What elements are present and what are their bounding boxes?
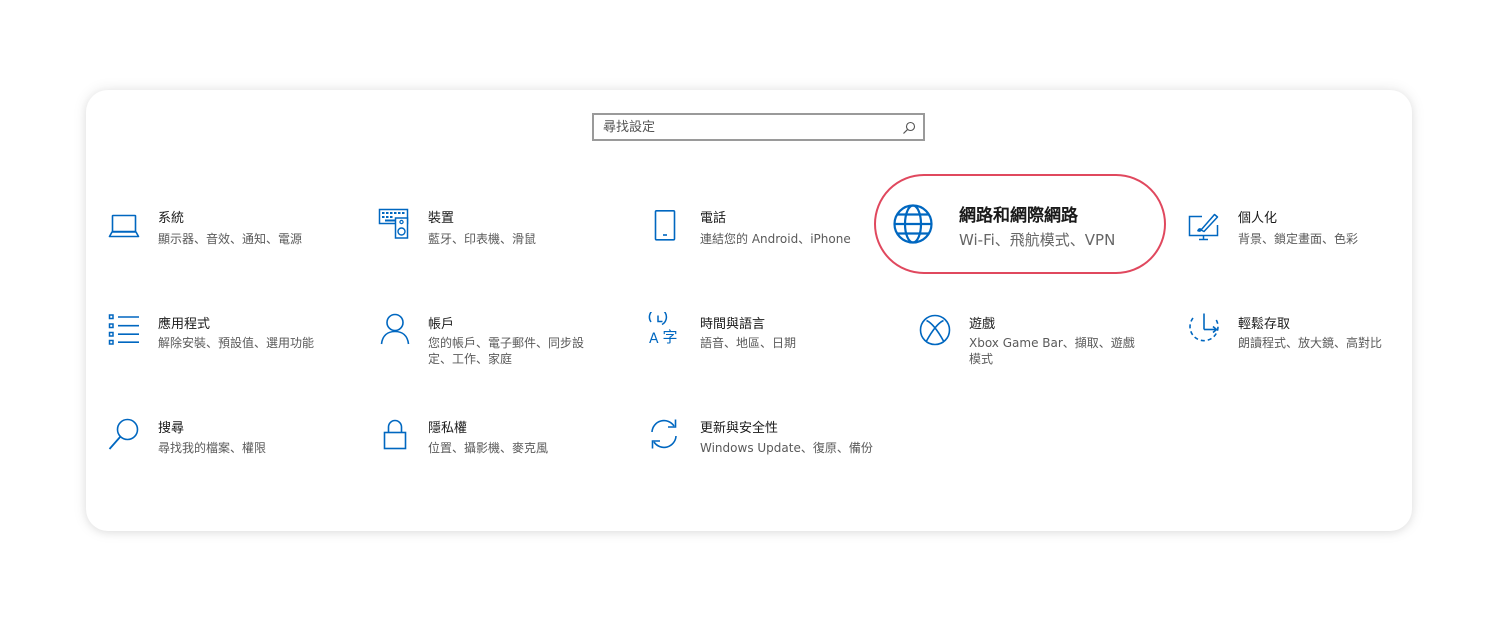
- tile-title: 遊戲: [969, 317, 996, 332]
- ease-of-access-icon: [1188, 313, 1220, 345]
- search-box[interactable]: [592, 113, 925, 141]
- tile-description: 連結您的 Android、iPhone: [700, 232, 851, 246]
- search-icon[interactable]: [902, 120, 916, 134]
- tile-description: 顯示器、音效、通知、電源: [158, 232, 303, 246]
- lock-icon: [380, 418, 412, 450]
- tile-title: 系統: [158, 211, 185, 226]
- tile-description: 您的帳戶、電子郵件、同步設定、工作、家庭: [428, 336, 585, 366]
- xbox-icon: [919, 314, 951, 346]
- settings-home: 系統 顯示器、音效、通知、電源 裝置 藍牙、印表機、滑鼠 電話 連結您的 And…: [0, 0, 1500, 623]
- search-input[interactable]: [594, 115, 894, 139]
- tile-title: 網路和網際網路: [959, 206, 1078, 226]
- tile-title: 個人化: [1238, 211, 1278, 226]
- tile-description: 藍牙、印表機、滑鼠: [428, 232, 537, 246]
- tile-description: 解除安裝、預設值、選用功能: [158, 336, 315, 350]
- laptop-icon: [108, 210, 140, 242]
- tile-description: 語音、地區、日期: [700, 336, 797, 350]
- tile-title: 時間與語言: [700, 317, 766, 332]
- list-icon: [108, 314, 140, 346]
- phone-icon: [650, 210, 682, 242]
- tile-description: Xbox Game Bar、擷取、遊戲模式: [969, 336, 1135, 366]
- paint-brush-icon: [1188, 210, 1220, 242]
- tile-title: 帳戶: [428, 317, 455, 332]
- tile-description: 朗讀程式、放大鏡、高對比: [1238, 336, 1383, 350]
- tile-title: 應用程式: [158, 317, 211, 332]
- person-icon: [378, 313, 410, 345]
- update-icon: [648, 418, 680, 450]
- svg-text:字: 字: [663, 328, 678, 344]
- tile-title: 輕鬆存取: [1238, 317, 1291, 332]
- tile-description: 位置、攝影機、麥克風: [428, 441, 549, 455]
- language-icon: A字: [648, 312, 680, 344]
- tile-description: 尋找我的檔案、權限: [158, 441, 267, 455]
- tile-description: Windows Update、復原、備份: [700, 441, 873, 455]
- tile-description: Wi-Fi、飛航模式、VPN: [959, 231, 1116, 249]
- tile-title: 更新與安全性: [700, 421, 779, 436]
- tile-title: 電話: [700, 211, 727, 226]
- tile-title: 搜尋: [158, 421, 185, 436]
- settings-panel: [86, 90, 1412, 531]
- tile-title: 裝置: [428, 211, 455, 226]
- tile-description: 背景、鎖定畫面、色彩: [1238, 232, 1359, 246]
- svg-text:A: A: [649, 331, 659, 344]
- search-magnifier-icon: [108, 418, 140, 450]
- keyboard-speaker-icon: [378, 208, 410, 240]
- globe-icon: [893, 204, 937, 248]
- tile-title: 隱私權: [428, 421, 468, 436]
